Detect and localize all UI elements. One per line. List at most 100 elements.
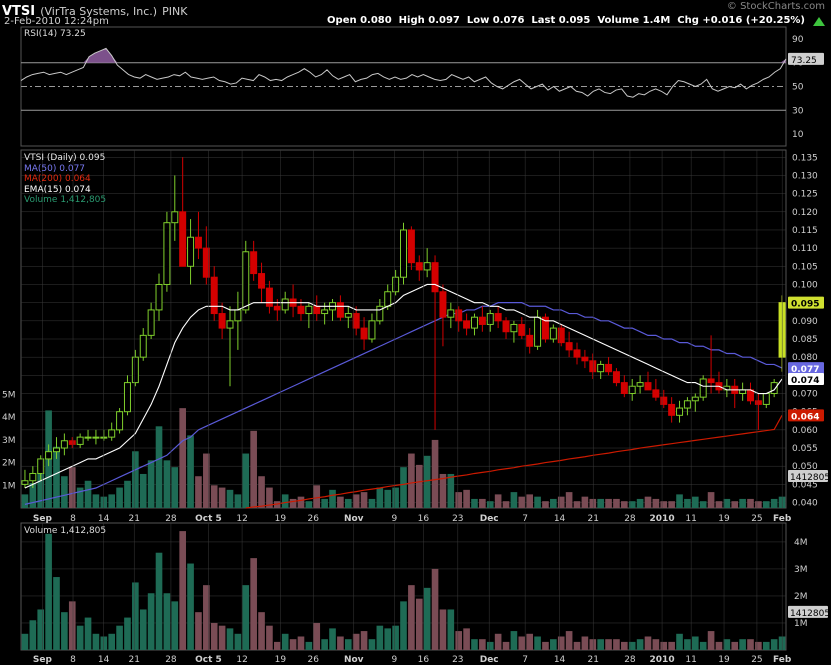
candle-body — [683, 400, 691, 409]
volume-bar — [431, 568, 439, 650]
x-tick-volume: 14 — [98, 655, 110, 665]
x-tick-volume: Feb — [773, 655, 792, 665]
candle-body — [447, 309, 455, 318]
overlay-volume-bar — [423, 455, 431, 508]
x-tick-price: 19 — [718, 514, 730, 524]
overlay-volume-bar — [510, 492, 518, 508]
price-tick: 0.120 — [792, 208, 818, 218]
x-tick-price: 26 — [308, 514, 320, 524]
volume-bar — [305, 641, 313, 650]
volume-bar — [329, 628, 336, 650]
candle-body — [597, 363, 605, 373]
x-tick-price: 14 — [98, 514, 110, 524]
volume-bar — [210, 622, 218, 650]
candle-body — [770, 382, 778, 395]
legend-ma50: MA(50) 0.077 — [24, 163, 86, 174]
x-tick-volume: 12 — [236, 655, 247, 665]
volume-bar — [423, 587, 431, 650]
overlay-volume-bar — [108, 494, 116, 508]
x-tick-volume: 16 — [418, 655, 430, 665]
overlay-volume-bar — [226, 489, 234, 508]
x-tick-price: Dec — [480, 514, 499, 524]
rsi-tick: 90 — [792, 35, 804, 45]
x-tick-price: 19 — [275, 514, 287, 524]
candle-body — [92, 436, 100, 439]
overlay-volume-bar — [731, 501, 739, 508]
overlay-volume-bar — [68, 467, 76, 508]
candle-body — [171, 211, 179, 224]
volume-bar — [281, 633, 289, 650]
overlay-volume-bar — [360, 492, 368, 508]
volume-bar — [321, 639, 328, 650]
candle-body — [486, 313, 494, 325]
candle-body — [400, 229, 407, 278]
overlay-volume-bar — [699, 501, 707, 508]
x-tick-volume: 28 — [165, 655, 177, 665]
volume-tick: 4M — [794, 538, 808, 548]
x-tick-volume: 19 — [275, 655, 287, 665]
volume-bar — [53, 577, 60, 650]
overlay-volume-bar — [415, 464, 423, 508]
overlay-volume-bar — [691, 496, 699, 508]
volume-bar — [739, 639, 746, 650]
x-tick-price: Sep — [33, 514, 53, 524]
volume-bar — [439, 609, 447, 650]
volume-bar — [550, 639, 557, 650]
candle-body — [123, 382, 131, 413]
legend-volume: Volume 1,412,805 — [24, 195, 107, 205]
volume-bar — [415, 598, 423, 650]
price-tick: 0.110 — [792, 244, 818, 254]
candle-body — [139, 334, 147, 358]
candle-body — [605, 363, 613, 373]
overlay-volume-bar — [384, 489, 392, 508]
price-tick: 0.090 — [792, 317, 818, 327]
candle-body — [747, 389, 755, 402]
volume-bar — [163, 593, 171, 650]
price-tick: 0.100 — [792, 280, 818, 290]
overlay-volume-bar — [84, 480, 92, 508]
candle-body — [131, 356, 139, 384]
overlay-volume-tick: 4M — [2, 413, 16, 423]
overlay-volume-bar — [234, 494, 242, 508]
candle-body — [336, 302, 344, 318]
volume-bar — [92, 633, 100, 650]
candle-body — [234, 309, 242, 322]
volume-bar — [187, 563, 194, 650]
candle-body — [242, 251, 250, 311]
x-tick-volume: 2010 — [650, 655, 675, 665]
candle-body — [431, 262, 439, 293]
overlay-volume-bar — [526, 494, 533, 508]
volume-bar — [368, 639, 376, 650]
legend-ema15: EMA(15) 0.074 — [24, 184, 91, 195]
volume-bar — [147, 593, 155, 650]
volume-bar — [61, 612, 68, 650]
volume-bar — [707, 631, 715, 650]
x-tick-volume: 19 — [718, 655, 730, 665]
candle-body — [281, 298, 289, 311]
overlay-volume-bar — [739, 498, 746, 508]
volume-bar — [621, 641, 628, 650]
candle-body — [470, 316, 478, 329]
volume-value-tag: 1412805 — [790, 609, 830, 619]
overlay-volume-bar — [139, 473, 147, 508]
rsi-overbought-area — [83, 48, 787, 63]
candle-body — [108, 429, 116, 438]
overlay-volume-tick: 1M — [2, 481, 16, 491]
candle-body — [360, 327, 368, 340]
overlay-volume-bar — [644, 496, 652, 508]
overlay-volume-bar — [408, 453, 415, 508]
candle-body — [273, 305, 281, 311]
volume-tag: 1412805 — [790, 473, 830, 483]
volume-bar — [479, 639, 486, 650]
price-tick: 0.055 — [792, 444, 818, 454]
volume-bar — [652, 639, 660, 650]
x-tick-volume: Dec — [480, 655, 499, 665]
volume-bar — [455, 631, 463, 650]
rsi-panel: 907050301073.25 — [20, 26, 824, 147]
volume-bar — [755, 641, 762, 650]
overlay-volume-bar — [621, 501, 628, 508]
candle-body — [762, 393, 770, 405]
overlay-volume-bar — [329, 489, 336, 508]
volume-bar — [218, 625, 226, 650]
volume-bar — [29, 620, 37, 650]
